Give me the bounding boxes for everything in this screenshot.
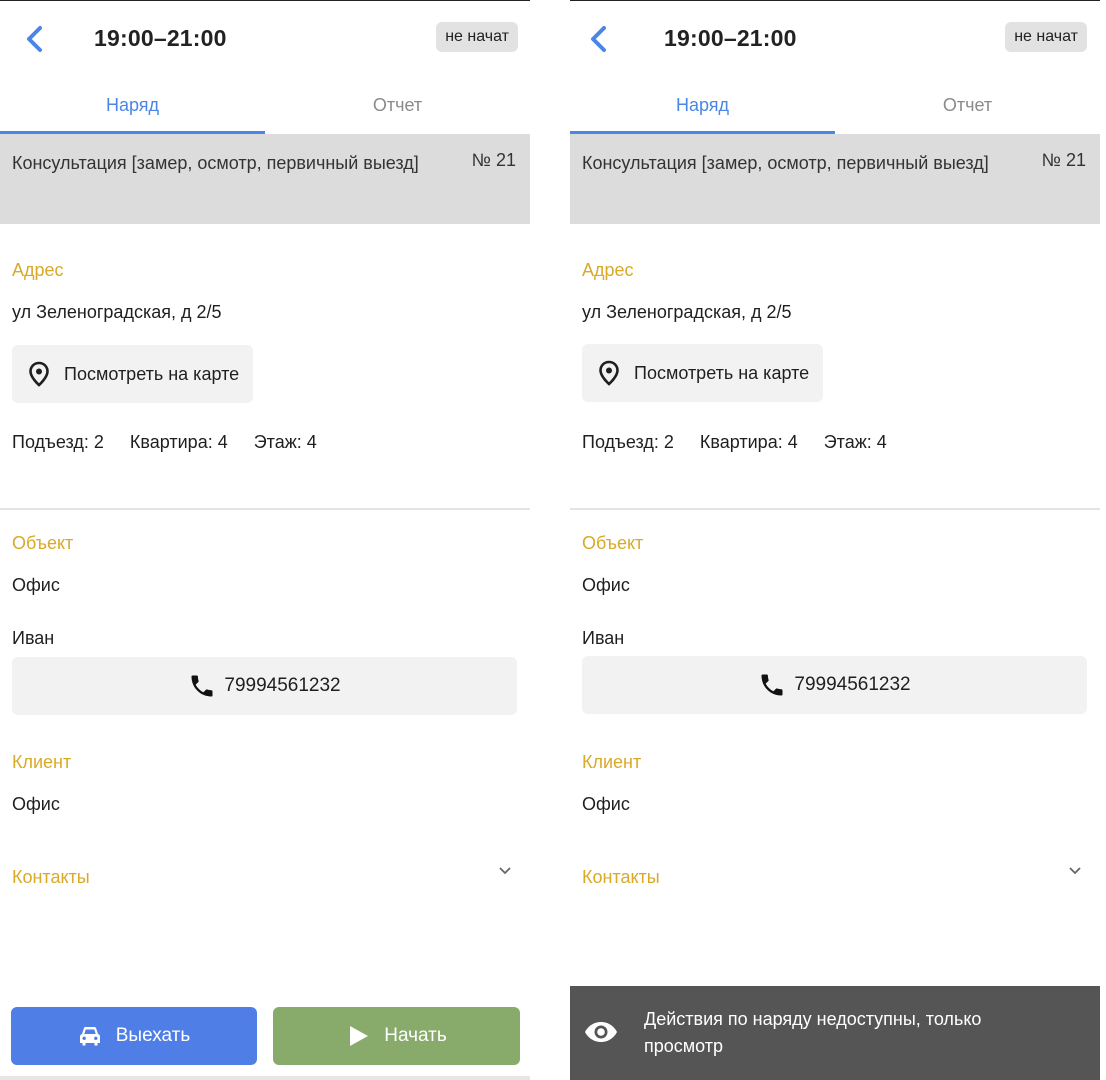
client-value: Офис [582, 794, 630, 814]
address-value: ул Зеленоградская, д 2/5 [12, 302, 222, 322]
tab-order[interactable]: Наряд [570, 82, 835, 134]
readonly-notice-bar: Действия по наряду недоступны, только пр… [570, 986, 1100, 1080]
contacts-label[interactable]: Контакты [12, 867, 90, 888]
order-banner: Консультация [замер, осмотр, первичный в… [0, 134, 530, 224]
view-on-map-label: Посмотреть на карте [64, 363, 240, 384]
entrance: Подъезд: 2 [582, 432, 674, 452]
floor: Этаж: 4 [823, 432, 887, 452]
view-on-map-button[interactable]: Посмотреть на карте [582, 344, 824, 402]
order-number: № 21 [1041, 150, 1086, 170]
eye-icon [585, 1022, 617, 1042]
object-label: Объект [582, 533, 644, 553]
order-title: Консультация [замер, осмотр, первичный в… [12, 153, 419, 173]
back-button[interactable] [18, 20, 52, 58]
object-label: Объект [12, 533, 74, 553]
contact-name: Иван [582, 628, 625, 648]
map-pin-icon [599, 360, 619, 386]
back-button[interactable] [582, 20, 616, 58]
order-screen-active: 19:00–21:00 не начат Наряд Отчет Консуль… [0, 0, 530, 1080]
apartment: Квартира: 4 [129, 432, 228, 452]
phone-icon [761, 674, 783, 696]
address-value: ул Зеленоградская, д 2/5 [582, 302, 792, 322]
object-value: Офис [582, 575, 630, 595]
contact-name: Иван [12, 628, 55, 648]
order-number: № 21 [471, 150, 516, 170]
phone-icon [191, 675, 213, 697]
tab-report[interactable]: Отчет [265, 82, 530, 134]
chevron-left-icon [591, 26, 606, 52]
tab-bar: Наряд Отчет [0, 82, 530, 134]
order-banner: Консультация [замер, осмотр, первичный в… [570, 134, 1100, 224]
header: 19:00–21:00 не начат [570, 0, 1100, 80]
object-value: Офис [12, 575, 60, 595]
client-label: Клиент [582, 752, 642, 772]
tab-order[interactable]: Наряд [0, 82, 265, 134]
client-label: Клиент [12, 752, 72, 772]
contacts-label[interactable]: Контакты [582, 867, 660, 888]
divider [570, 508, 1100, 510]
view-on-map-label: Посмотреть на карте [634, 362, 810, 383]
entrance: Подъезд: 2 [12, 432, 104, 452]
time-range: 19:00–21:00 [664, 25, 797, 51]
tab-report[interactable]: Отчет [835, 82, 1100, 134]
phone-number: 79994561232 [224, 675, 341, 696]
status-badge: не начат [436, 22, 518, 52]
floor: Этаж: 4 [253, 432, 317, 452]
chevron-down-icon[interactable] [1068, 866, 1082, 876]
client-value: Офис [12, 794, 60, 814]
car-icon [79, 1027, 100, 1046]
start-button[interactable]: Начать [273, 1007, 520, 1065]
call-phone-button[interactable]: 79994561232 [582, 656, 1087, 714]
address-label: Адрес [12, 260, 64, 280]
order-title: Консультация [замер, осмотр, первичный в… [582, 153, 989, 173]
header: 19:00–21:00 не начат [0, 0, 530, 80]
start-label: Начать [384, 1025, 447, 1046]
bottom-rule [0, 1076, 530, 1080]
depart-label: Выехать [115, 1025, 191, 1046]
status-badge: не начат [1005, 22, 1087, 52]
phone-number: 79994561232 [794, 674, 911, 695]
tab-bar: Наряд Отчет [570, 82, 1100, 134]
address-label: Адрес [582, 260, 634, 280]
depart-button[interactable]: Выехать [11, 1007, 257, 1065]
address-details: Подъезд: 2 Квартира: 4 Этаж: 4 [12, 432, 317, 453]
order-screen-readonly: 19:00–21:00 не начат Наряд Отчет Консуль… [570, 0, 1100, 1080]
readonly-message: Действия по наряду недоступны, только пр… [644, 1009, 982, 1056]
call-phone-button[interactable]: 79994561232 [12, 657, 517, 715]
chevron-down-icon[interactable] [498, 866, 512, 876]
time-range: 19:00–21:00 [94, 25, 227, 51]
view-on-map-button[interactable]: Посмотреть на карте [12, 345, 254, 403]
apartment: Квартира: 4 [699, 432, 798, 452]
chevron-left-icon [27, 26, 42, 52]
play-icon [350, 1026, 369, 1046]
address-details: Подъезд: 2 Квартира: 4 Этаж: 4 [582, 432, 887, 453]
map-pin-icon [29, 361, 49, 387]
divider [0, 508, 530, 510]
